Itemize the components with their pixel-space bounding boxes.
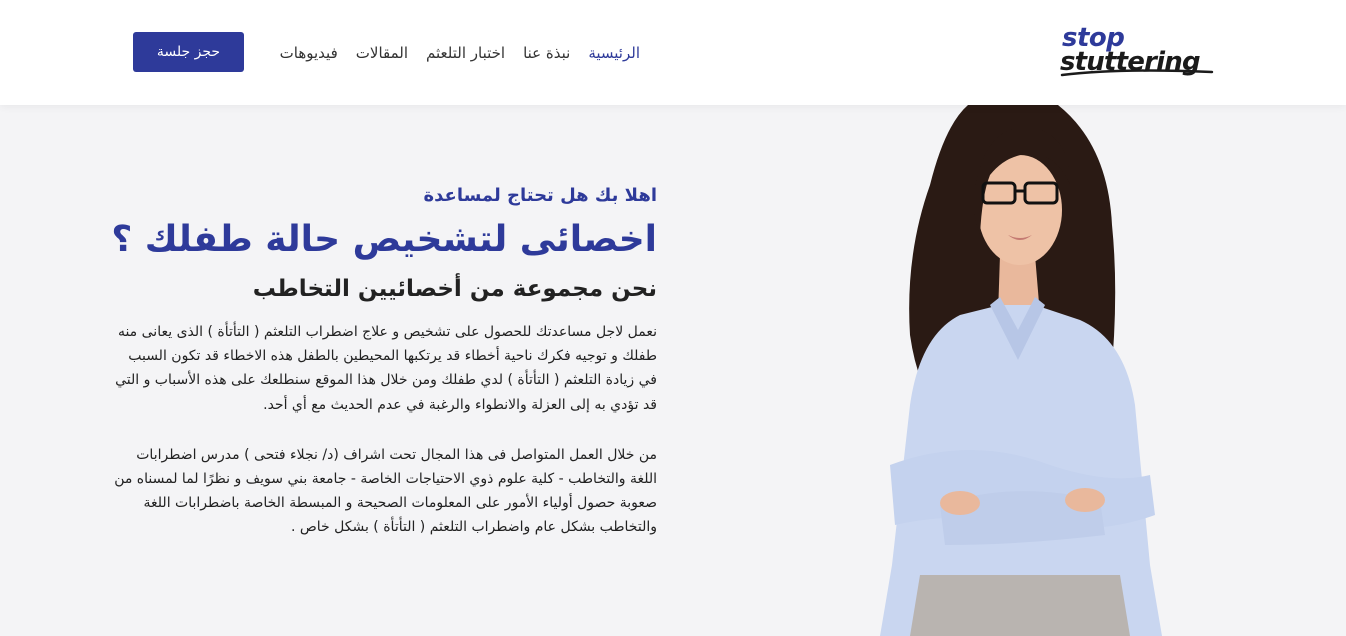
nav-item-about[interactable]: نبذة عنا — [523, 44, 570, 62]
nav-item-videos[interactable]: فيديوهات — [280, 44, 338, 62]
hero-headline: اخصائى لتشخيص حالة طفلك ؟ — [111, 219, 657, 260]
hero-greeting: اهلا بك هل تحتاج لمساعدة — [423, 185, 657, 206]
nav-item-stutter-test[interactable]: اختبار التلعثم — [426, 44, 505, 62]
main-nav: الرئيسية نبذة عنا اختبار التلعثم المقالا… — [280, 40, 640, 66]
site-header: stop stuttering الرئيسية نبذة عنا اختبار… — [0, 0, 1346, 105]
hero-section: اهلا بك هل تحتاج لمساعدة اخصائى لتشخيص ح… — [111, 182, 657, 540]
hero-paragraph-2: من خلال العمل المتواصل فى هذا المجال تحت… — [114, 446, 657, 536]
nav-item-home[interactable]: الرئيسية — [588, 44, 640, 62]
nav-item-articles[interactable]: المقالات — [356, 44, 408, 62]
hero-subhead: نحن مجموعة من أخصائيين التخاطب — [252, 276, 657, 302]
site-logo[interactable]: stop stuttering — [1060, 22, 1220, 82]
book-session-button[interactable]: حجز جلسة — [133, 32, 244, 72]
logo-swoosh-icon — [1060, 69, 1214, 77]
specialist-photo — [880, 105, 1162, 636]
hero-paragraph-1: نعمل لاجل مساعدتك للحصول على تشخيص و علا… — [115, 324, 657, 413]
